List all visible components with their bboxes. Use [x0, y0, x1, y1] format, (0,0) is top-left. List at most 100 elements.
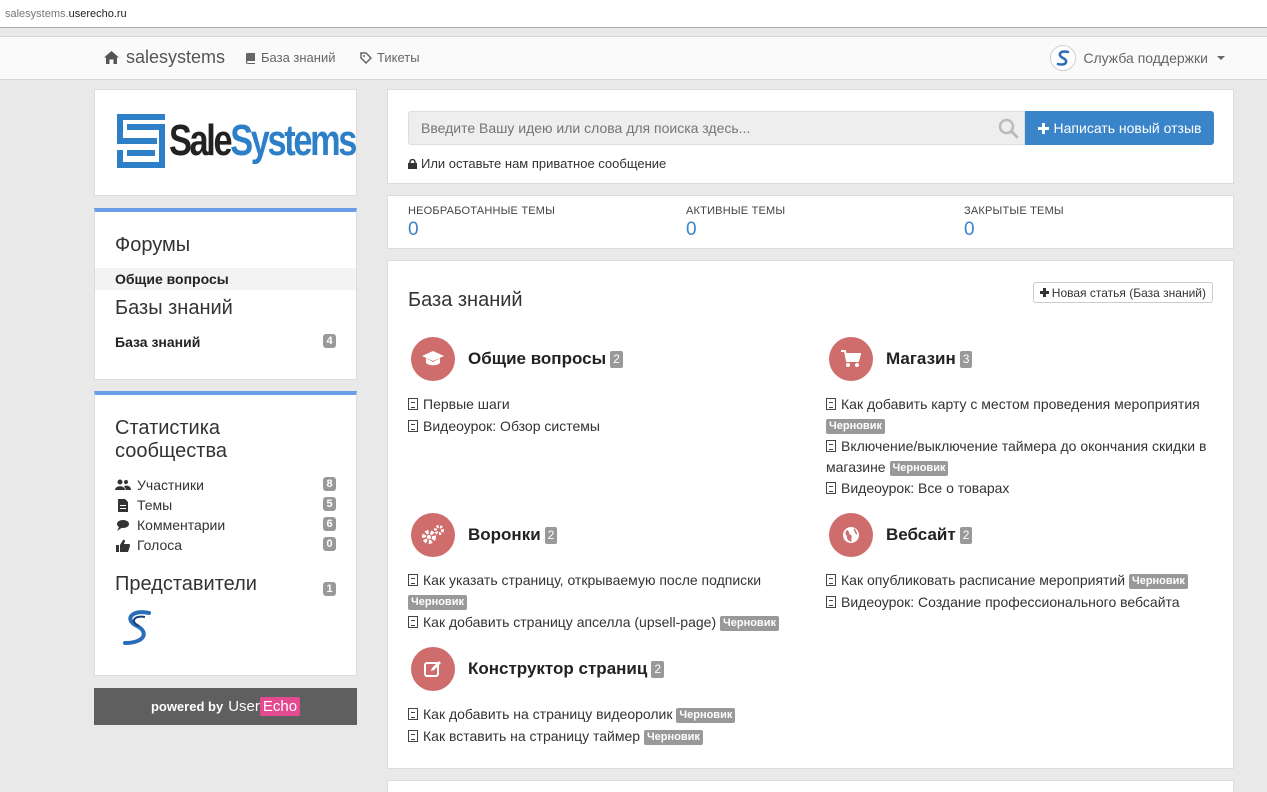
category-count-badge: 3	[959, 350, 973, 368]
stats-heading-line2: сообщества	[115, 440, 227, 462]
forum-item-general[interactable]: Общие вопросы	[115, 271, 229, 287]
stat-votes: Голоса	[115, 537, 182, 553]
private-message-link[interactable]: Или оставьте нам приватное сообщение	[408, 156, 666, 171]
support-label: Служба поддержки	[1083, 50, 1208, 66]
kb-title: База знаний	[408, 289, 523, 311]
category-website[interactable]: Вебсайт 2	[886, 525, 973, 545]
logo-mark-icon	[117, 114, 165, 168]
plus-icon	[1039, 288, 1049, 297]
thumbs-up-icon	[116, 539, 130, 552]
next-panel	[387, 780, 1234, 792]
stat-comments: Комментарии	[115, 517, 225, 533]
search-icon[interactable]	[998, 118, 1019, 139]
plus-icon	[1037, 122, 1049, 134]
document-icon	[408, 616, 418, 628]
globe-icon	[829, 513, 873, 557]
community-stats-panel: Статистика сообщества Участники 8 Темы 5…	[94, 391, 357, 676]
address-bar[interactable]: salesystems.userecho.ru	[0, 0, 1267, 28]
document-icon	[408, 398, 418, 410]
reps-count-badge: 1	[323, 582, 336, 596]
kb-item[interactable]: База знаний	[115, 334, 200, 350]
document-icon	[826, 440, 836, 452]
cogs-icon	[411, 513, 455, 557]
draft-badge: Черновик	[889, 461, 949, 476]
salesystems-logo[interactable]: SaleSystems	[117, 112, 408, 170]
logo-panel: SaleSystems	[94, 89, 357, 196]
search-panel: Написать новый отзыв Или оставьте нам пр…	[387, 89, 1234, 184]
nav-kb-link[interactable]: База знаний	[245, 50, 336, 65]
article-link[interactable]: Как добавить на страницу видеоролик Черн…	[408, 704, 736, 725]
draft-badge: Черновик	[676, 708, 736, 723]
knowledge-base-panel: База знаний Новая статья (База знаний) О…	[387, 260, 1234, 769]
article-link[interactable]: Как опубликовать расписание мероприятий …	[826, 570, 1188, 591]
logo-text: SaleSystems	[169, 116, 357, 165]
members-count-badge: 8	[323, 477, 336, 491]
document-icon	[408, 574, 418, 586]
forums-heading: Форумы	[115, 234, 191, 256]
powered-by-userecho[interactable]: powered by User Echo	[94, 688, 357, 725]
draft-badge: Черновик	[408, 595, 467, 610]
category-count-badge: 2	[651, 660, 665, 678]
userecho-logo: User Echo	[228, 697, 301, 716]
article-link[interactable]: Как добавить карту с местом проведения м…	[826, 394, 1226, 436]
count-unprocessed[interactable]: НЕОБРАБОТАННЫЕ ТЕМЫ 0	[408, 205, 555, 241]
new-article-button[interactable]: Новая статья (База знаний)	[1032, 282, 1213, 303]
shopping-cart-icon	[829, 337, 873, 381]
document-icon	[826, 574, 836, 586]
rep-avatar[interactable]	[119, 609, 155, 650]
article-link[interactable]: Как добавить страницу апселла (upsell-pa…	[408, 612, 779, 633]
book-icon	[246, 52, 255, 64]
draft-badge: Черновик	[720, 616, 779, 631]
chevron-down-icon	[1217, 56, 1225, 60]
article-link[interactable]: Видеоурок: Все о товарах	[826, 478, 1009, 499]
article-link[interactable]: Видеоурок: Создание профессионального ве…	[826, 592, 1180, 613]
search-input[interactable]	[408, 111, 1025, 145]
article-link[interactable]: Как вставить на страницу таймер Черновик	[408, 726, 703, 747]
graduation-cap-icon	[411, 337, 455, 381]
draft-badge: Черновик	[826, 419, 885, 434]
draft-badge: Черновик	[643, 730, 703, 745]
reps-heading: Представители	[115, 573, 257, 595]
topics-count-badge: 5	[323, 497, 336, 511]
users-icon	[115, 479, 131, 490]
document-icon	[826, 596, 836, 608]
lock-icon	[408, 158, 417, 169]
document-icon	[408, 730, 418, 742]
support-menu[interactable]: Служба поддержки	[1050, 45, 1225, 71]
article-link[interactable]: Включение/выключение таймера до окончани…	[826, 436, 1226, 478]
topic-counts-panel: НЕОБРАБОТАННЫЕ ТЕМЫ 0 АКТИВНЫЕ ТЕМЫ 0 ЗА…	[387, 195, 1234, 249]
stats-heading-line1: Статистика	[115, 417, 221, 439]
category-count-badge: 2	[959, 526, 973, 544]
category-general[interactable]: Общие вопросы 2	[468, 349, 623, 369]
category-shop[interactable]: Магазин 3	[886, 349, 973, 369]
draft-badge: Черновик	[1128, 574, 1188, 589]
stat-topics: Темы	[115, 497, 172, 513]
document-icon	[408, 420, 418, 432]
support-avatar	[1050, 45, 1077, 71]
category-funnels[interactable]: Воронки 2	[468, 525, 558, 545]
document-icon	[408, 708, 418, 720]
nav-tickets-link[interactable]: Тикеты	[360, 50, 420, 65]
article-link[interactable]: Первые шаги	[408, 394, 510, 415]
top-navbar: salesystems База знаний Тикеты Служба по…	[0, 36, 1267, 80]
article-link[interactable]: Как указать страницу, открываемую после …	[408, 570, 808, 612]
count-closed[interactable]: ЗАКРЫТЫЕ ТЕМЫ 0	[964, 205, 1064, 241]
kb-count-badge: 4	[323, 334, 336, 348]
document-icon	[826, 482, 836, 494]
stat-members: Участники	[115, 477, 204, 493]
comment-icon	[117, 520, 129, 531]
category-count-badge: 2	[610, 350, 623, 368]
new-feedback-button[interactable]: Написать новый отзыв	[1025, 111, 1214, 145]
brand-link[interactable]: salesystems	[103, 47, 225, 68]
home-icon	[104, 51, 119, 64]
kb-heading: Базы знаний	[115, 297, 233, 319]
article-link[interactable]: Видеоурок: Обзор системы	[408, 416, 600, 437]
count-active[interactable]: АКТИВНЫЕ ТЕМЫ 0	[686, 205, 785, 241]
tag-icon	[360, 51, 372, 64]
file-icon	[118, 498, 128, 512]
brand-text: salesystems	[126, 47, 226, 67]
category-page-builder[interactable]: Конструктор страниц 2	[468, 659, 665, 679]
comments-count-badge: 6	[323, 517, 336, 531]
document-icon	[826, 398, 836, 410]
forums-panel: Форумы Общие вопросы Базы знаний База зн…	[94, 208, 357, 380]
